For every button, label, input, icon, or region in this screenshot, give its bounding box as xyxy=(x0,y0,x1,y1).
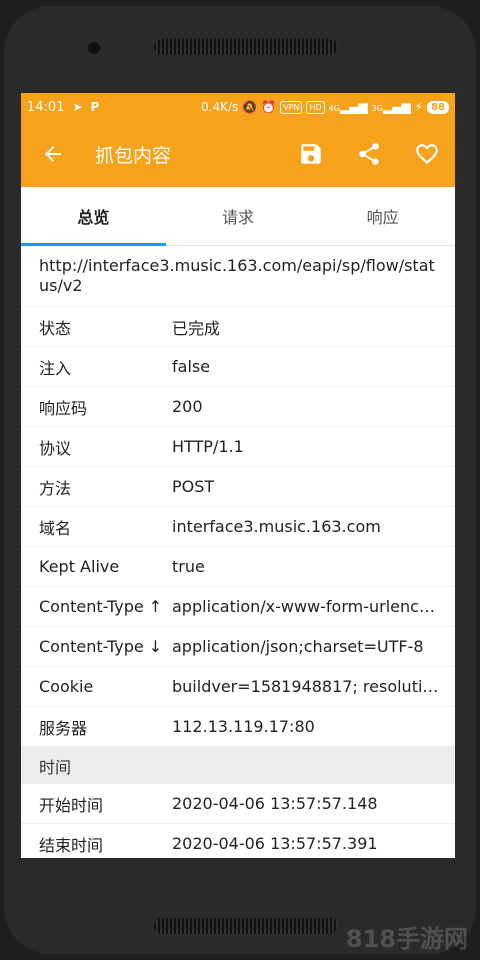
row-value: 已完成 xyxy=(172,318,221,338)
row-value: false xyxy=(172,357,211,376)
info-row-kept-alive[interactable]: Kept Alive true xyxy=(21,547,455,587)
info-row-content-type-down[interactable]: Content-Type ↓ application/json;charset=… xyxy=(21,627,455,667)
watermark: 818手游网 xyxy=(345,925,468,953)
row-key: 结束时间 xyxy=(39,835,104,855)
info-row-inject[interactable]: 注入 false xyxy=(21,347,455,387)
tab-response[interactable]: 响应 xyxy=(310,187,455,245)
row-value: 2020-04-06 13:57:57.148 xyxy=(172,794,378,813)
status-time: 14:01 xyxy=(27,99,65,115)
net-4g-label: 4G xyxy=(328,104,340,113)
row-key: 域名 xyxy=(39,518,72,538)
page-title: 抓包内容 xyxy=(95,144,172,167)
row-key: 响应码 xyxy=(39,398,88,418)
row-value: HTTP/1.1 xyxy=(172,437,244,456)
row-value: application/json;charset=UTF-8 xyxy=(172,637,424,656)
app-toolbar: 抓包内容 xyxy=(21,121,455,187)
status-bar: 14:01 ➤ P 0.4K/s 🔕 ⏰ VPN HD 4G▂▄▆ 3G▂▄▆ … xyxy=(21,93,455,121)
battery-level: 88 xyxy=(427,100,449,114)
share-icon[interactable] xyxy=(351,136,387,172)
row-key: 方法 xyxy=(39,478,72,498)
row-key: Content-Type ↓ xyxy=(39,637,163,656)
info-row-response-code[interactable]: 响应码 200 xyxy=(21,387,455,427)
vpn-badge: VPN xyxy=(280,100,303,114)
row-value: true xyxy=(172,557,205,576)
row-key: Content-Type ↑ xyxy=(39,597,163,616)
row-key: 注入 xyxy=(39,358,72,378)
info-row-content-type-up[interactable]: Content-Type ↑ application/x-www-form-ur… xyxy=(21,587,455,627)
net-3g-label: 3G xyxy=(371,104,383,113)
alarm-icon: ⏰ xyxy=(261,100,277,114)
row-key: 状态 xyxy=(39,318,72,338)
overview-content: http://interface3.music.163.com/eapi/sp/… xyxy=(21,246,455,858)
info-row-protocol[interactable]: 协议 HTTP/1.1 xyxy=(21,427,455,467)
app-screen: 14:01 ➤ P 0.4K/s 🔕 ⏰ VPN HD 4G▂▄▆ 3G▂▄▆ … xyxy=(21,93,455,858)
tab-overview[interactable]: 总览 xyxy=(21,187,166,245)
row-key: 开始时间 xyxy=(39,795,104,815)
charging-icon: ⚡ xyxy=(414,100,424,114)
row-key: Kept Alive xyxy=(39,557,120,576)
signal-4g-icon: 4G▂▄▆ xyxy=(328,100,368,114)
parking-icon: P xyxy=(90,100,100,114)
row-key: Cookie xyxy=(39,677,94,696)
info-row-method[interactable]: 方法 POST xyxy=(21,467,455,507)
phone-frame: 14:01 ➤ P 0.4K/s 🔕 ⏰ VPN HD 4G▂▄▆ 3G▂▄▆ … xyxy=(0,0,480,960)
row-key: 服务器 xyxy=(39,718,88,738)
location-arrow-icon: ➤ xyxy=(72,100,83,114)
top-speaker xyxy=(154,39,338,55)
row-value: 112.13.119.17:80 xyxy=(172,717,315,736)
time-section-header: 时间 xyxy=(21,747,455,784)
row-value: application/x-www-form-urlencoded xyxy=(172,597,455,616)
row-value: 2020-04-06 13:57:57.391 xyxy=(172,834,378,853)
save-icon[interactable] xyxy=(293,136,329,172)
row-value: POST xyxy=(172,477,215,496)
info-row-start-time[interactable]: 开始时间 2020-04-06 13:57:57.148 xyxy=(21,784,455,824)
bottom-speaker xyxy=(154,918,338,934)
request-url[interactable]: http://interface3.music.163.com/eapi/sp/… xyxy=(21,246,455,307)
info-row-server[interactable]: 服务器 112.13.119.17:80 xyxy=(21,707,455,747)
row-key: 协议 xyxy=(39,438,72,458)
front-camera xyxy=(88,42,100,54)
tab-bar: 总览 请求 响应 xyxy=(21,187,455,246)
row-value: buildver=1581948817; resolution=1920x108… xyxy=(172,677,455,696)
row-value: interface3.music.163.com xyxy=(172,517,381,536)
mute-icon: 🔕 xyxy=(242,100,258,114)
info-row-cookie[interactable]: Cookie buildver=1581948817; resolution=1… xyxy=(21,667,455,707)
active-tab-indicator xyxy=(21,243,166,246)
hd-badge: HD xyxy=(306,100,325,114)
net-speed: 0.4K/s xyxy=(201,100,239,114)
row-value: 200 xyxy=(172,397,203,416)
info-row-status[interactable]: 状态 已完成 xyxy=(21,307,455,347)
arrow-back-icon[interactable] xyxy=(35,136,71,172)
tab-request[interactable]: 请求 xyxy=(166,187,311,245)
info-row-end-time[interactable]: 结束时间 2020-04-06 13:57:57.391 xyxy=(21,824,455,858)
heart-icon[interactable] xyxy=(409,136,445,172)
info-row-domain[interactable]: 域名 interface3.music.163.com xyxy=(21,507,455,547)
signal-3g-icon: 3G▂▄▆ xyxy=(371,100,411,114)
